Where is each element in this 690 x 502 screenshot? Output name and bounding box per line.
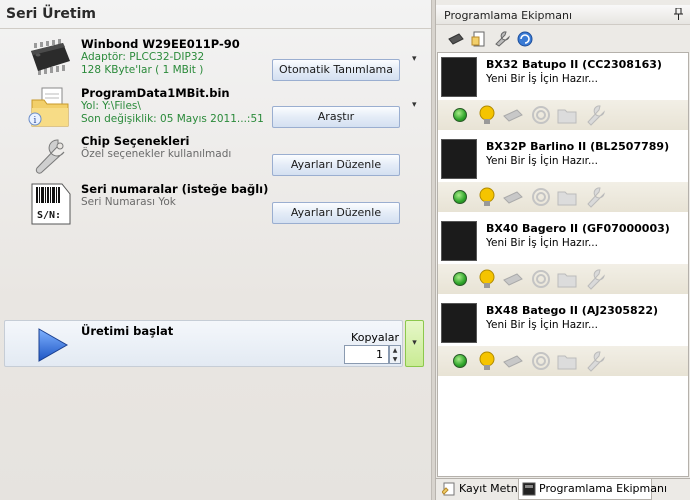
panel-toolbar — [436, 27, 690, 51]
folder-status-icon — [556, 104, 578, 126]
status-led-icon — [453, 108, 467, 122]
play-icon[interactable] — [35, 327, 71, 366]
serial-numbers-row: S/N: Seri numaralar (isteğe bağlı) Seri … — [28, 182, 428, 228]
tab-log[interactable]: Kayıt Metni — [439, 479, 521, 500]
chip-options-row: Chip Seçenekleri Özel seçenekler kullanı… — [28, 134, 428, 180]
device-status: Yeni Bir İş İçin Hazır... — [486, 237, 598, 249]
document-icon[interactable] — [471, 31, 487, 47]
chip-size: 128 KByte'lar ( 1 MBit ) — [81, 64, 204, 76]
device-item[interactable]: BX48 Batego II (AJ2305822) Yeni Bir İş İ… — [438, 300, 688, 378]
lightbulb-icon[interactable] — [476, 350, 498, 372]
copies-label: Kopyalar — [351, 331, 399, 344]
start-production-label: Üretimi başlat — [81, 324, 174, 338]
chip-tool-icon[interactable] — [448, 31, 464, 47]
serial-numbers-desc: Seri Numarası Yok — [81, 196, 176, 208]
tab-equipment[interactable]: Programlama Ekipmanı — [518, 479, 667, 500]
folder-status-icon — [556, 268, 578, 290]
wrench-icon — [28, 136, 72, 180]
status-led-icon — [453, 190, 467, 204]
panel-tabs: Kayıt Metni Programlama Ekipmanı — [436, 478, 690, 500]
device-status-bar — [438, 346, 688, 376]
chip-status-icon — [502, 350, 524, 372]
device-item[interactable]: BX40 Bagero II (GF07000003) Yeni Bir İş … — [438, 218, 688, 296]
pane-title: Seri Üretim — [6, 6, 97, 22]
start-options-dropdown[interactable]: ▾ — [405, 320, 424, 367]
chip-status-icon — [502, 104, 524, 126]
device-name: BX32 Batupo II (CC2308163) — [486, 58, 662, 71]
status-led-icon — [453, 272, 467, 286]
chip-icon — [28, 39, 72, 83]
device-name: BX40 Bagero II (GF07000003) — [486, 222, 670, 235]
barcode-sn-icon: S/N: — [28, 182, 72, 226]
title-divider — [0, 28, 431, 29]
chip-status-icon — [502, 186, 524, 208]
copies-input[interactable]: 1 — [344, 345, 389, 364]
wrench-tool-icon[interactable] — [494, 31, 510, 47]
log-icon — [441, 482, 456, 496]
fingerprint-icon — [530, 350, 552, 372]
fingerprint-icon — [530, 104, 552, 126]
status-led-icon — [453, 354, 467, 368]
device-status: Yeni Bir İş İçin Hazır... — [486, 73, 598, 85]
folder-status-icon — [556, 186, 578, 208]
tab-equipment-label: Programlama Ekipmanı — [539, 482, 668, 495]
chip-name: Winbond W29EE011P-90 — [81, 37, 240, 51]
lightbulb-icon[interactable] — [476, 186, 498, 208]
programmer-device-icon — [441, 221, 477, 261]
serial-numbers-title: Seri numaralar (isteğe bağlı) — [81, 182, 269, 196]
edit-chip-settings-button[interactable]: Ayarları Düzenle — [272, 154, 400, 176]
edit-serial-settings-button[interactable]: Ayarları Düzenle — [272, 202, 400, 224]
device-status-bar — [438, 100, 688, 130]
tab-log-label: Kayıt Metni — [459, 482, 521, 495]
device-list[interactable]: BX32 Batupo II (CC2308163) Yeni Bir İş İ… — [437, 52, 689, 477]
panel-titlebar: Programlama Ekipmanı — [436, 5, 690, 25]
fingerprint-icon — [530, 186, 552, 208]
svg-text:S/N:: S/N: — [37, 210, 61, 221]
browse-button[interactable]: Araştır — [272, 106, 400, 128]
spin-down-icon[interactable]: ▼ — [390, 355, 400, 364]
chip-row: Winbond W29EE011P-90 Adaptör: PLCC32-DIP… — [28, 37, 428, 83]
chip-status-icon — [502, 268, 524, 290]
device-status-bar — [438, 264, 688, 294]
programmer-device-icon — [441, 57, 477, 97]
panel-title: Programlama Ekipmanı — [444, 9, 573, 22]
wrench-status-icon — [584, 186, 606, 208]
programming-equipment-pane: Programlama Ekipmanı BX32 Batupo II (CC2… — [435, 0, 690, 500]
folder-file-icon: i — [28, 86, 72, 130]
chip-adapter: Adaptör: PLCC32-DIP32 — [81, 51, 205, 63]
wrench-status-icon — [584, 350, 606, 372]
browse-dropdown-icon[interactable]: ▾ — [412, 100, 417, 110]
auto-detect-button[interactable]: Otomatik Tanımlama — [272, 59, 400, 81]
chip-options-desc: Özel seçenekler kullanılmadı — [81, 148, 232, 160]
lightbulb-icon[interactable] — [476, 268, 498, 290]
copies-spinner[interactable]: ▲ ▼ — [389, 345, 401, 364]
programmer-device-icon — [441, 139, 477, 179]
serial-production-pane: Seri Üretim Winbond W29EE011P-90 Adaptör… — [0, 0, 431, 500]
device-item[interactable]: BX32P Barlino II (BL2507789) Yeni Bir İş… — [438, 136, 688, 214]
file-name: ProgramData1MBit.bin — [81, 86, 230, 100]
file-path: Yol: Y:\Files\ — [81, 100, 141, 112]
file-row: i ProgramData1MBit.bin Yol: Y:\Files\ So… — [28, 86, 428, 132]
pin-icon[interactable] — [674, 7, 683, 23]
fingerprint-icon — [530, 268, 552, 290]
start-production-panel[interactable]: Üretimi başlat Kopyalar 1 ▲ ▼ — [4, 320, 403, 367]
device-item[interactable]: BX32 Batupo II (CC2308163) Yeni Bir İş İ… — [438, 54, 688, 132]
device-icon — [522, 482, 536, 496]
spin-up-icon[interactable]: ▲ — [390, 346, 400, 355]
wrench-status-icon — [584, 268, 606, 290]
device-name: BX48 Batego II (AJ2305822) — [486, 304, 659, 317]
file-modified: Son değişiklik: 05 Mayıs 2011...:51 — [81, 113, 264, 125]
svg-text:i: i — [34, 116, 37, 126]
auto-detect-dropdown-icon[interactable]: ▾ — [412, 54, 417, 64]
refresh-icon[interactable] — [517, 31, 533, 47]
device-status-bar — [438, 182, 688, 212]
device-name: BX32P Barlino II (BL2507789) — [486, 140, 670, 153]
chip-options-title: Chip Seçenekleri — [81, 134, 190, 148]
device-status: Yeni Bir İş İçin Hazır... — [486, 155, 598, 167]
wrench-status-icon — [584, 104, 606, 126]
folder-status-icon — [556, 350, 578, 372]
device-status: Yeni Bir İş İçin Hazır... — [486, 319, 598, 331]
programmer-device-icon — [441, 303, 477, 343]
lightbulb-icon[interactable] — [476, 104, 498, 126]
